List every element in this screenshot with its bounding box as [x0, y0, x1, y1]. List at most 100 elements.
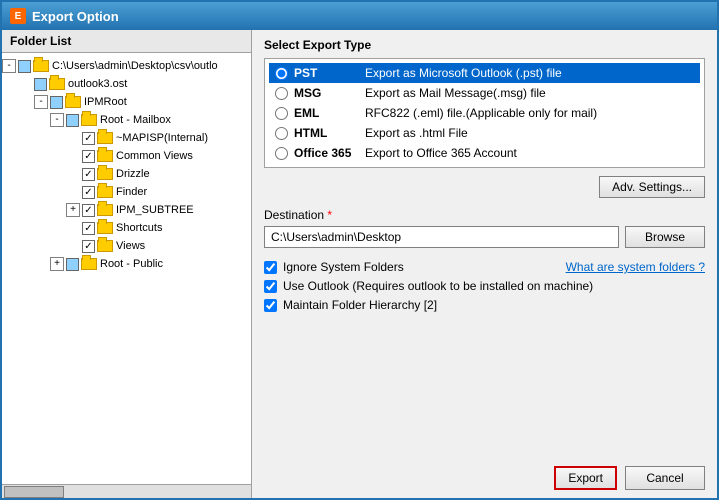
tree-label-7: Finder [116, 186, 147, 198]
tree-label-0: C:\Users\admin\Desktop\csv\outlo [52, 60, 218, 72]
right-panel: Select Export Type PST Export as Microso… [252, 30, 717, 498]
export-option-pst[interactable]: PST Export as Microsoft Outlook (.pst) f… [269, 63, 700, 83]
option-code-office365: Office 365 [294, 146, 359, 160]
export-button[interactable]: Export [554, 466, 617, 490]
tree-row-5[interactable]: Common Views [2, 147, 251, 165]
toggle-0[interactable]: - [2, 59, 16, 73]
option-code-eml: EML [294, 106, 359, 120]
folder-icon-6 [97, 168, 113, 180]
toggle-3[interactable]: - [50, 113, 64, 127]
checkbox-7[interactable] [82, 186, 95, 199]
checkbox-10[interactable] [82, 240, 95, 253]
tree-row-9[interactable]: Shortcuts [2, 219, 251, 237]
left-panel: Folder List - C:\Users\admin\Desktop\csv… [2, 30, 252, 498]
tree-row-2[interactable]: - IPMRoot [2, 93, 251, 111]
option-desc-office365: Export to Office 365 Account [365, 146, 517, 160]
option-code-pst: PST [294, 66, 359, 80]
folder-icon-8 [97, 204, 113, 216]
option-desc-msg: Export as Mail Message(.msg) file [365, 86, 546, 100]
tree-label-6: Drizzle [116, 168, 150, 180]
folder-icon-3 [81, 114, 97, 126]
radio-eml[interactable] [275, 107, 288, 120]
tree-label-2: IPMRoot [84, 96, 127, 108]
window-title: Export Option [32, 9, 119, 24]
radio-msg[interactable] [275, 87, 288, 100]
toggle-2[interactable]: - [34, 95, 48, 109]
checkboxes-section: Ignore System Folders What are system fo… [264, 260, 705, 312]
checkbox-row-3: Maintain Folder Hierarchy [2] [264, 298, 705, 312]
tree-label-9: Shortcuts [116, 222, 162, 234]
folder-icon-9 [97, 222, 113, 234]
folder-icon-2 [65, 96, 81, 108]
destination-label: Destination * [264, 208, 705, 222]
use-outlook-checkbox[interactable] [264, 280, 277, 293]
export-option-office365[interactable]: Office 365 Export to Office 365 Account [269, 143, 700, 163]
folder-icon-1 [49, 78, 65, 90]
checkbox-1[interactable] [34, 78, 47, 91]
browse-button[interactable]: Browse [625, 226, 705, 248]
destination-input[interactable] [264, 226, 619, 248]
tree-row-0[interactable]: - C:\Users\admin\Desktop\csv\outlo [2, 57, 251, 75]
option-desc-eml: RFC822 (.eml) file.(Applicable only for … [365, 106, 597, 120]
option-code-msg: MSG [294, 86, 359, 100]
tree-label-3: Root - Mailbox [100, 114, 171, 126]
tree-row-11[interactable]: + Root - Public [2, 255, 251, 273]
bottom-buttons: Export Cancel [264, 458, 705, 490]
folder-list-header: Folder List [2, 30, 251, 53]
folder-icon-7 [97, 186, 113, 198]
scrollbar-thumb[interactable] [4, 486, 64, 498]
cancel-button[interactable]: Cancel [625, 466, 705, 490]
folder-icon-0 [33, 60, 49, 72]
checkbox-8[interactable] [82, 204, 95, 217]
export-type-title: Select Export Type [264, 38, 705, 52]
tree-row-10[interactable]: Views [2, 237, 251, 255]
tree-label-11: Root - Public [100, 258, 163, 270]
checkbox-0[interactable] [18, 60, 31, 73]
tree-row-3[interactable]: - Root - Mailbox [2, 111, 251, 129]
radio-pst[interactable] [275, 67, 288, 80]
checkbox-9[interactable] [82, 222, 95, 235]
tree-row-1[interactable]: outlook3.ost [2, 75, 251, 93]
export-option-html[interactable]: HTML Export as .html File [269, 123, 700, 143]
checkbox-5[interactable] [82, 150, 95, 163]
ignore-system-folders-label: Ignore System Folders [283, 260, 404, 274]
use-outlook-label: Use Outlook (Requires outlook to be inst… [283, 279, 593, 293]
maintain-folder-hierarchy-label: Maintain Folder Hierarchy [2] [283, 298, 437, 312]
option-desc-pst: Export as Microsoft Outlook (.pst) file [365, 66, 562, 80]
destination-row: Browse [264, 226, 705, 248]
checkbox-3[interactable] [66, 114, 79, 127]
tree-row-4[interactable]: ~MAPISP(Internal) [2, 129, 251, 147]
folder-icon-10 [97, 240, 113, 252]
adv-settings-row: Adv. Settings... [264, 176, 705, 198]
horizontal-scrollbar[interactable] [2, 484, 251, 498]
export-type-box: PST Export as Microsoft Outlook (.pst) f… [264, 58, 705, 168]
export-dialog: E Export Option Folder List - C:\Users\a… [0, 0, 719, 500]
export-option-eml[interactable]: EML RFC822 (.eml) file.(Applicable only … [269, 103, 700, 123]
tree-row-6[interactable]: Drizzle [2, 165, 251, 183]
radio-office365[interactable] [275, 147, 288, 160]
checkbox-6[interactable] [82, 168, 95, 181]
folder-icon-4 [97, 132, 113, 144]
folder-icon-5 [97, 150, 113, 162]
radio-html[interactable] [275, 127, 288, 140]
tree-row-7[interactable]: Finder [2, 183, 251, 201]
app-icon: E [10, 8, 26, 24]
tree-row-8[interactable]: + IPM_SUBTREE [2, 201, 251, 219]
adv-settings-button[interactable]: Adv. Settings... [599, 176, 705, 198]
export-option-msg[interactable]: MSG Export as Mail Message(.msg) file [269, 83, 700, 103]
toggle-8[interactable]: + [66, 203, 80, 217]
ignore-system-folders-checkbox[interactable] [264, 261, 277, 274]
toggle-11[interactable]: + [50, 257, 64, 271]
tree-label-10: Views [116, 240, 145, 252]
checkbox-2[interactable] [50, 96, 63, 109]
checkbox-11[interactable] [66, 258, 79, 271]
system-folders-link[interactable]: What are system folders ? [566, 260, 705, 274]
option-code-html: HTML [294, 126, 359, 140]
tree-label-5: Common Views [116, 150, 193, 162]
checkbox-4[interactable] [82, 132, 95, 145]
folder-icon-11 [81, 258, 97, 270]
maintain-folder-hierarchy-checkbox[interactable] [264, 299, 277, 312]
option-desc-html: Export as .html File [365, 126, 468, 140]
content-area: Folder List - C:\Users\admin\Desktop\csv… [2, 30, 717, 498]
title-bar: E Export Option [2, 2, 717, 30]
